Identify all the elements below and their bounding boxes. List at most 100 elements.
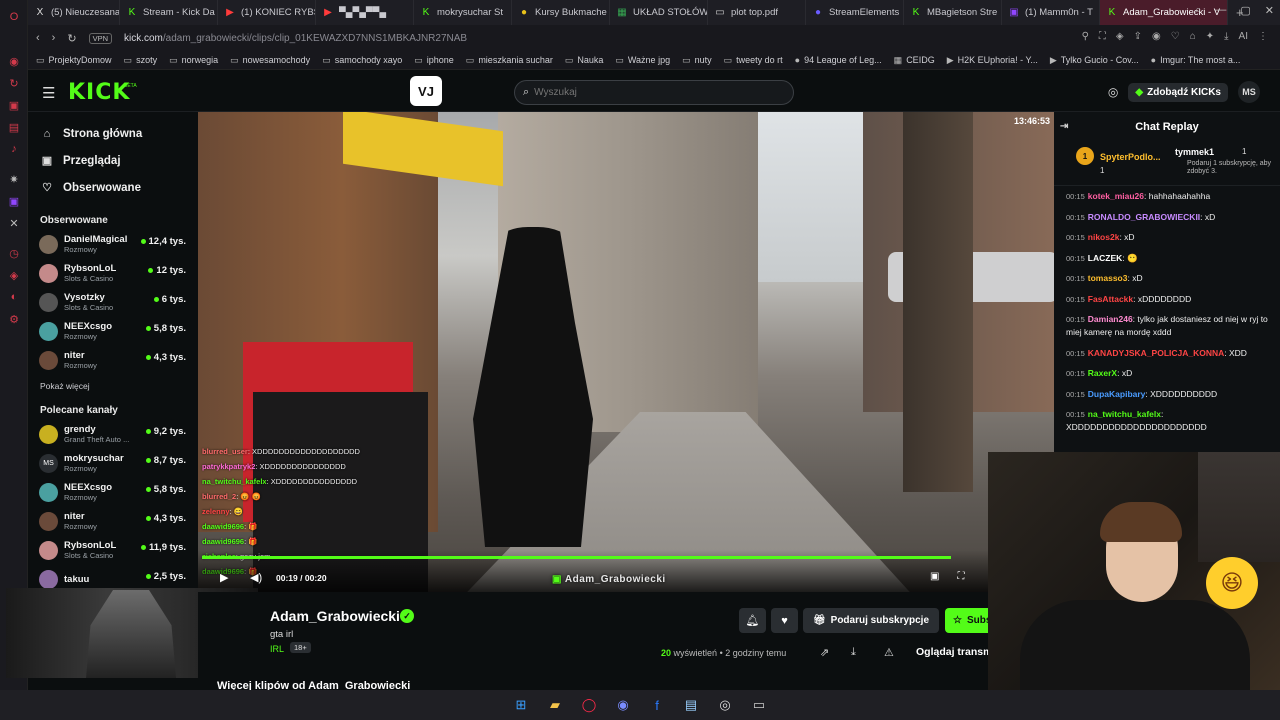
chatgpt-icon[interactable]: ✷ xyxy=(0,168,28,190)
bookmark-item[interactable]: ▶ H2K EUphoria! - Y... xyxy=(947,55,1038,66)
browser-tab[interactable]: K MBagietson Stre xyxy=(904,0,1002,25)
browser-tab[interactable]: X (5) Nieuczesana xyxy=(28,0,120,25)
search-input[interactable] xyxy=(534,87,775,98)
channel-item[interactable]: Vysotzky Slots & Casino 6 tys. xyxy=(28,288,198,317)
kick-logo[interactable]: KICK xyxy=(68,80,130,105)
volume-icon[interactable]: ◀) xyxy=(250,571,262,584)
cube-icon[interactable]: ◈ xyxy=(0,264,28,286)
notepad-icon[interactable]: ▤ xyxy=(681,695,701,715)
user-avatar[interactable]: MS xyxy=(1238,81,1260,103)
terminal-icon[interactable]: ▭ xyxy=(749,695,769,715)
opera-icon[interactable]: ◯ xyxy=(579,695,599,715)
collapse-chat-icon[interactable]: ⇥ xyxy=(1060,121,1068,132)
get-kicks-button[interactable]: ◆ Zdobądź KICKs xyxy=(1128,82,1228,102)
url-field[interactable]: kick.com/adam_grabowiecki/clips/clip_01K… xyxy=(124,33,467,44)
search-bar[interactable]: ⌕ xyxy=(514,80,794,105)
channel-item[interactable]: NEEXcsgo Rozmowy 5,8 tys. xyxy=(28,478,198,507)
nav-item-0[interactable]: ⌂ Strona główna xyxy=(28,120,198,147)
browser-tab[interactable]: Kmokrysuchar St xyxy=(414,0,512,25)
channel-item[interactable]: NEEXcsgo Rozmowy 5,8 tys. xyxy=(28,317,198,346)
chat-username[interactable]: DupaKapibary xyxy=(1088,389,1146,399)
second-gifter-name[interactable]: tymmek1 xyxy=(1175,147,1214,157)
download-icon[interactable]: ⤓ xyxy=(851,646,856,659)
wallet-icon[interactable]: ▤ xyxy=(0,116,28,138)
channel-item[interactable]: grendy Grand Theft Auto ... 9,2 tys. xyxy=(28,420,198,449)
nav-item-1[interactable]: ▣ Przeglądaj xyxy=(28,147,198,174)
channel-item[interactable]: niter Rozmowy 4,3 tys. xyxy=(28,507,198,536)
chat-username[interactable]: RONALDO_GRABOWIECKII xyxy=(1088,212,1200,222)
heart-bookmark-icon[interactable]: ♡ xyxy=(1171,31,1180,42)
folder-icon[interactable]: ▰ xyxy=(545,695,565,715)
nav-item-2[interactable]: ♡ Obserwowane xyxy=(28,174,198,201)
screenshot-icon[interactable]: ⛶ xyxy=(1099,31,1106,42)
top-gifter-name[interactable]: SpyterPodlo... xyxy=(1100,152,1161,162)
pin-icon[interactable]: ⚲ xyxy=(1082,31,1089,42)
close-window-icon[interactable]: ✕ xyxy=(1265,4,1274,17)
easy-setup-icon[interactable]: ⌂ xyxy=(1190,31,1196,42)
download-browser-icon[interactable]: ⤓ xyxy=(1224,31,1228,42)
chat-username[interactable]: KANADYJSKA_POLICJA_KONNA xyxy=(1088,348,1225,358)
maximize-icon[interactable]: ▢ xyxy=(1240,4,1250,17)
opera-logo-icon[interactable]: O xyxy=(0,6,28,28)
browser-tab[interactable]: ▶ (1) KONIEC RYBS xyxy=(218,0,316,25)
hamburger-menu-icon[interactable]: ☰ xyxy=(42,84,55,102)
bookmark-item[interactable]: ▭ ProjektyDomow xyxy=(36,55,112,66)
browser-tab[interactable]: ● Kursy Bukmache xyxy=(512,0,610,25)
forward-icon[interactable]: › xyxy=(52,32,56,44)
windows-icon[interactable]: ⊞ xyxy=(511,695,531,715)
discord-icon[interactable]: ◉ xyxy=(613,695,633,715)
bookmark-item[interactable]: ● 94 League of Leg... xyxy=(795,55,882,65)
chat-username[interactable]: na_twitchu_kafelx xyxy=(1088,409,1161,419)
vpn-badge[interactable]: VPN xyxy=(88,32,112,44)
bookmark-item[interactable]: ▭ tweety do rt xyxy=(724,55,783,66)
settings-icon[interactable]: ⚙ xyxy=(0,308,28,330)
chat-username[interactable]: RaxerX xyxy=(1088,368,1117,378)
browser-tab[interactable]: ▣ (1) Mamm0n - T xyxy=(1002,0,1100,25)
browser-tab[interactable]: K Stream - Kick Da xyxy=(120,0,218,25)
channel-item[interactable]: RybsonLoL Slots & Casino 11,9 tys. xyxy=(28,536,198,565)
theater-mode-icon[interactable]: ▣ xyxy=(930,571,939,582)
obs-icon[interactable]: ◎ xyxy=(715,695,735,715)
chat-username[interactable]: tomasso3 xyxy=(1088,273,1128,283)
chat-username[interactable]: FasAttackk xyxy=(1088,294,1133,304)
bookmark-item[interactable]: ▭ iphone xyxy=(414,55,454,66)
notifications-button[interactable]: 🔔︎ xyxy=(739,608,766,633)
channel-item[interactable]: MS mokrysuchar Rozmowy 8,7 tys. xyxy=(28,449,198,478)
camera-icon[interactable]: ◉ xyxy=(1152,31,1161,42)
x-icon[interactable]: ✕ xyxy=(0,212,28,234)
menu-icon[interactable]: ⋮ xyxy=(1258,31,1268,42)
play-icon[interactable]: ▶ xyxy=(220,571,228,584)
browser-tab[interactable]: ● StreamElements xyxy=(806,0,904,25)
minimize-icon[interactable]: — xyxy=(1215,4,1226,17)
shield-block-icon[interactable]: ◈ xyxy=(1116,31,1124,42)
bookmark-item[interactable]: ▭ nowesamochody xyxy=(230,55,310,66)
bookmark-item[interactable]: ▭ samochody xayo xyxy=(322,55,402,66)
shield-icon[interactable]: ◐ xyxy=(0,286,28,308)
bookmark-item[interactable]: ▭ szoty xyxy=(124,55,158,66)
bag-icon[interactable]: ▣ xyxy=(0,94,28,116)
search-tabs-icon[interactable]: ⌕ xyxy=(1195,4,1201,17)
channel-item[interactable]: niter Rozmowy 4,3 tys. xyxy=(28,346,198,375)
chat-username[interactable]: Damian246 xyxy=(1088,314,1133,324)
music-icon[interactable]: ♪ xyxy=(0,138,28,160)
reload-icon[interactable]: ↻ xyxy=(67,32,76,45)
history-icon[interactable]: ↻ xyxy=(0,72,28,94)
aria-ai-icon[interactable]: AI xyxy=(1239,31,1248,42)
share-page-icon[interactable]: ⇪ xyxy=(1134,31,1142,42)
fullscreen-icon[interactable]: ⛶ xyxy=(957,571,964,582)
browser-tab[interactable]: ▶ ▀▄▀▄▀▀▄ xyxy=(316,0,414,25)
browser-tab[interactable]: ▦ UKŁAD STOŁÓW xyxy=(610,0,708,25)
report-icon[interactable]: ⚠ xyxy=(884,646,894,659)
bookmark-item[interactable]: ▭ Ważne jpg xyxy=(615,55,670,66)
gift-sub-button[interactable]: 🎁︎ Podaruj subskrypcje xyxy=(803,608,939,633)
video-player[interactable]: 13:46:53 blurred_user: XDDDDDDDDDDDDDDDD… xyxy=(198,112,1054,592)
bookmark-item[interactable]: ▭ mieszkania suchar xyxy=(466,55,553,66)
twitch-icon[interactable]: ▣ xyxy=(0,190,28,212)
vj-extension-button[interactable]: VJ xyxy=(410,76,442,106)
chat-username[interactable]: nikos2k xyxy=(1088,232,1120,242)
channel-name[interactable]: Adam_Grabowiecki xyxy=(270,608,400,624)
bookmark-item[interactable]: ▭ Nauka xyxy=(565,55,604,66)
share-icon[interactable]: ⇗ xyxy=(820,646,829,659)
bookmark-item[interactable]: ▭ nuty xyxy=(682,55,712,66)
extensions-icon[interactable]: ✦ xyxy=(1206,31,1214,42)
